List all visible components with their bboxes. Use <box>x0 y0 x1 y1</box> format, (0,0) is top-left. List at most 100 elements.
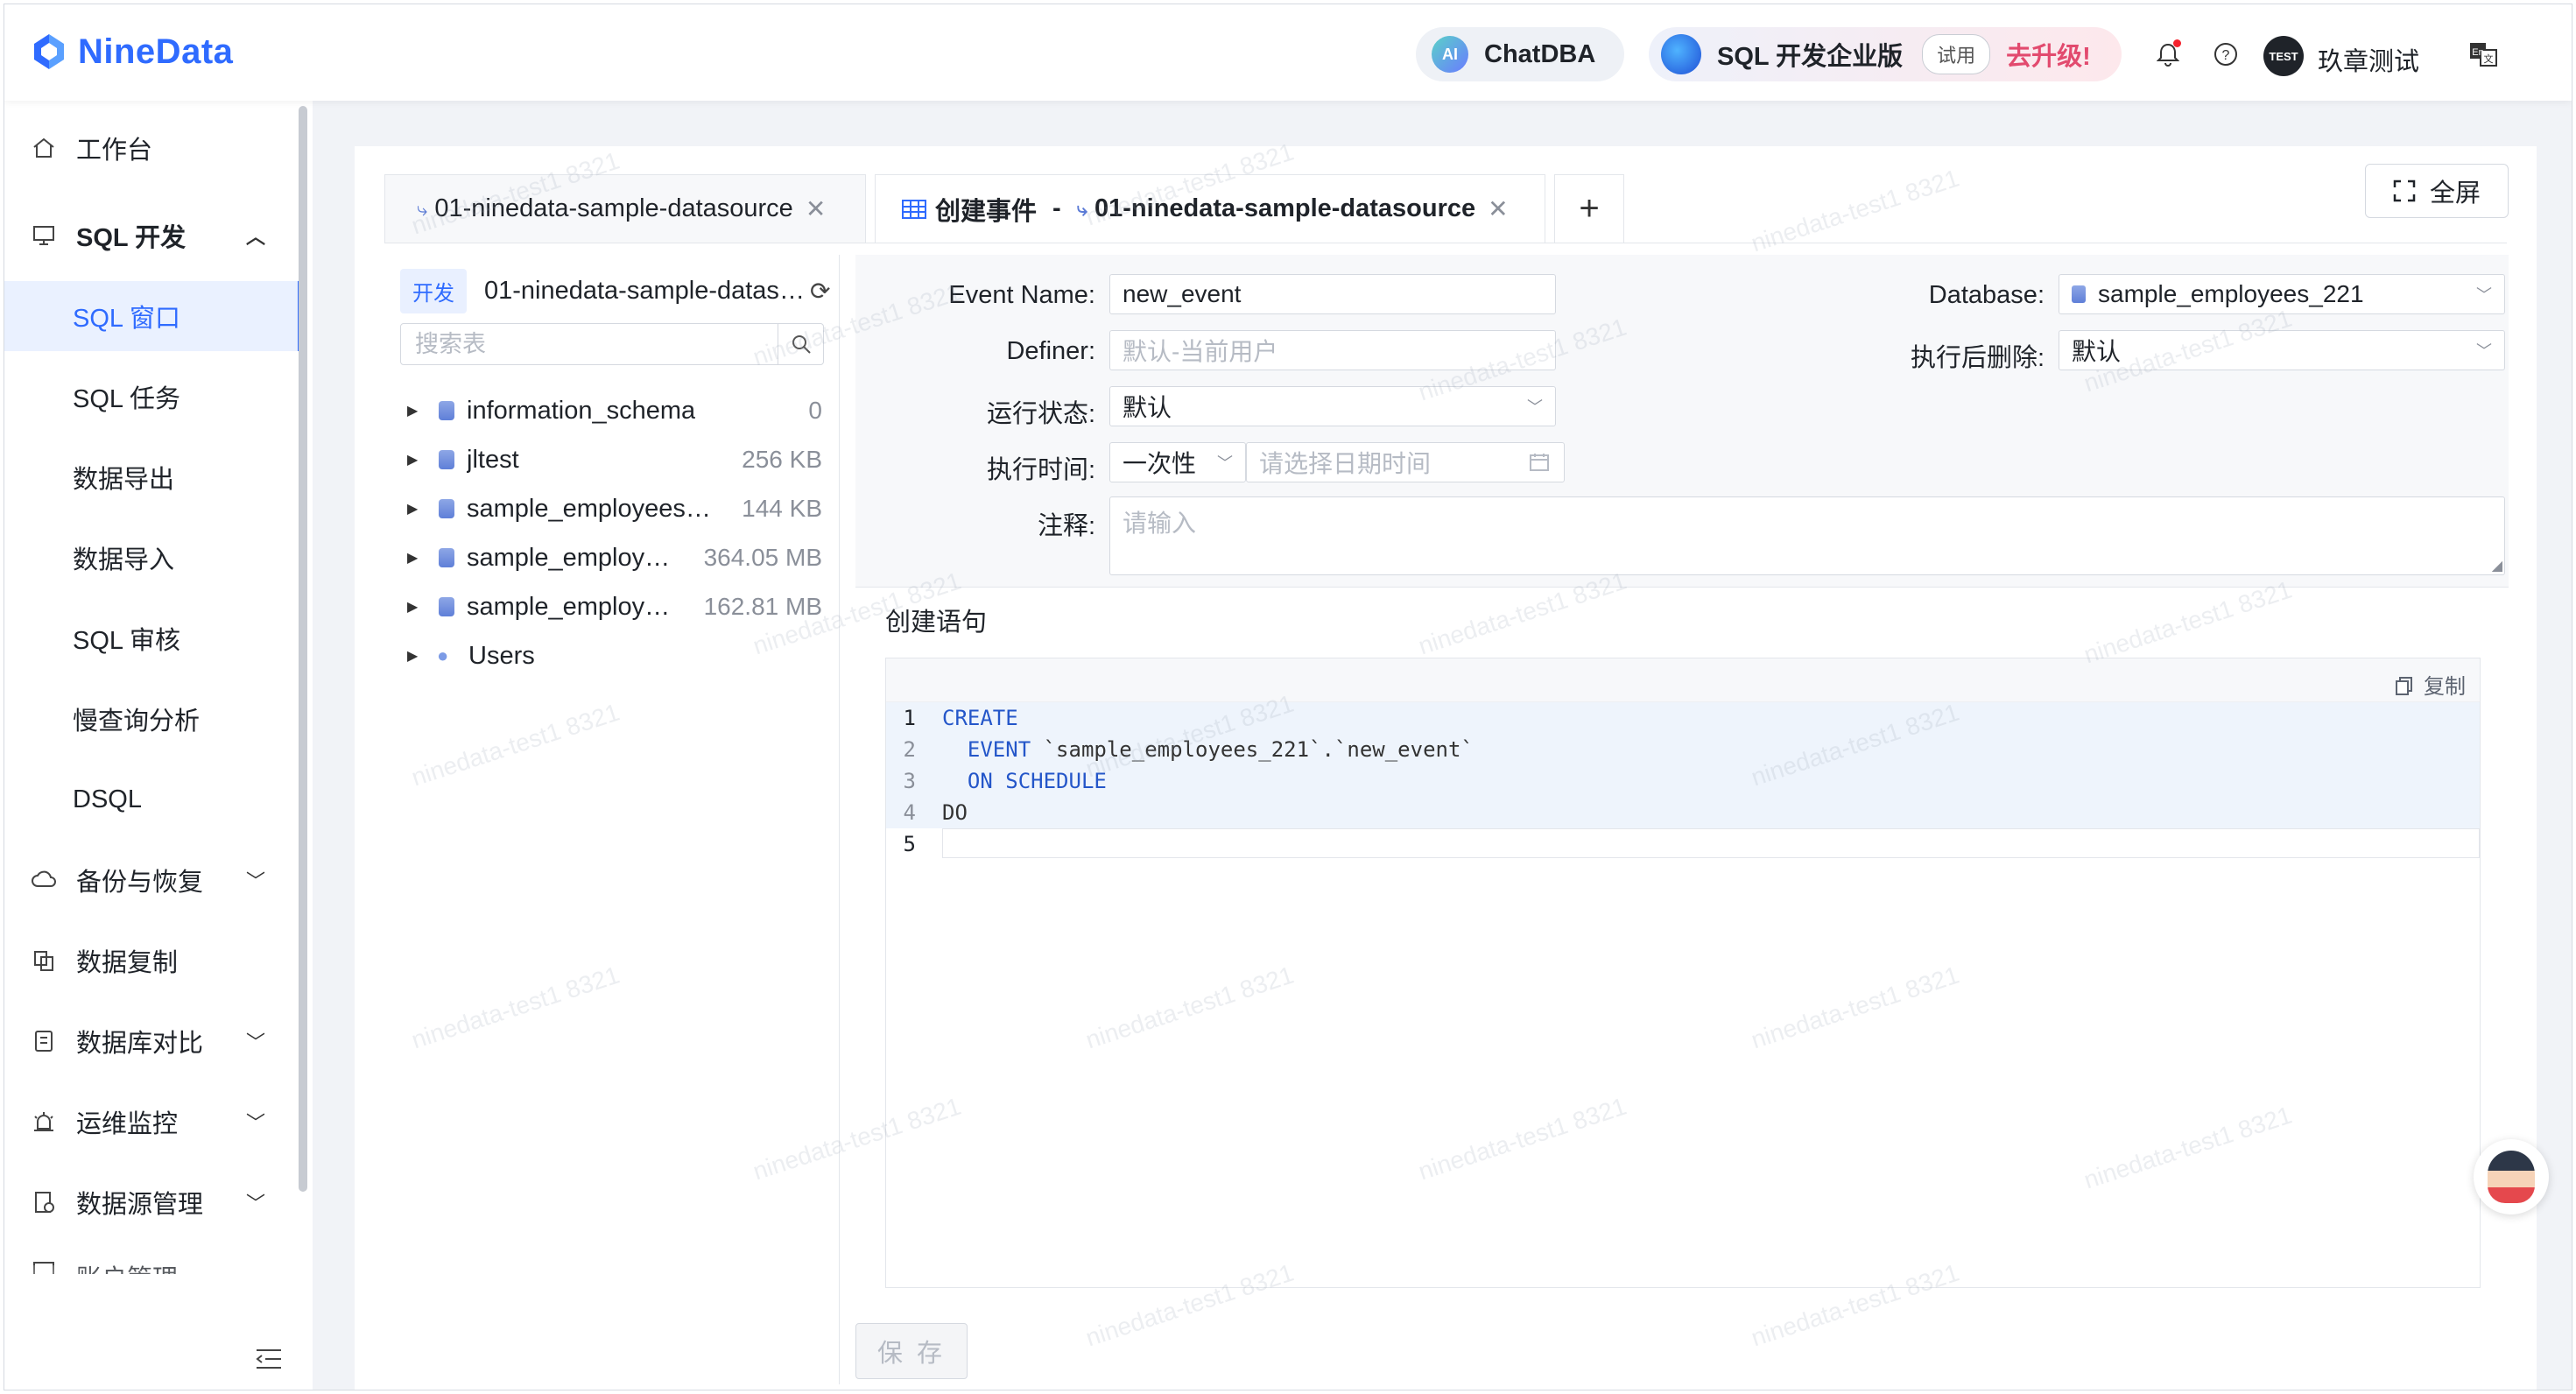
sidebar-item-sql-window[interactable]: SQL 窗口 <box>4 281 302 351</box>
table-search-input[interactable] <box>401 330 778 358</box>
delete-after-label: 执行后删除: <box>1910 344 2045 372</box>
sidebar-item-label: 数据导入 <box>73 546 175 574</box>
copy-label: 复制 <box>2424 675 2466 699</box>
chatdba-button[interactable]: AI ChatDBA <box>1416 27 1624 81</box>
status-select[interactable]: 默认 ﹀ <box>1109 386 1556 426</box>
copy-icon <box>2396 677 2412 695</box>
tree-datasource-name: 01-ninedata-sample-datasource <box>484 277 805 305</box>
sidebar-item-replication[interactable]: 数据复制 <box>4 926 299 996</box>
datasource-icon: ⤷ <box>1076 197 1088 220</box>
tree-node-information-schema[interactable]: ▶ information_schema 0 <box>384 386 840 435</box>
caret-right-icon[interactable]: ▶ <box>407 549 426 567</box>
save-button[interactable]: 保 存 <box>855 1323 968 1379</box>
sidebar-item-sql-review[interactable]: SQL 审核 <box>4 603 299 673</box>
comment-textarea[interactable]: 请输入 ◢ <box>1109 496 2505 575</box>
fullscreen-button[interactable]: 全屏 <box>2365 164 2509 218</box>
line-number: 3 <box>903 769 916 793</box>
copy-button[interactable]: 复制 <box>2396 669 2466 700</box>
globe-icon <box>1661 34 1701 74</box>
definer-input[interactable]: 默认-当前用户 <box>1109 330 1556 370</box>
code-line-current[interactable]: 5 <box>886 828 2480 860</box>
sidebar-item-slow-query[interactable]: 慢查询分析 <box>4 684 299 754</box>
line-source: DO <box>942 800 968 825</box>
sidebar-fade <box>4 1265 299 1335</box>
sidebar-item-datasource[interactable]: 数据源管理 ﹀ <box>4 1167 299 1237</box>
status-label: 运行状态: <box>986 400 1095 428</box>
tree-node-size: 144 KB <box>742 495 822 522</box>
fullscreen-label: 全屏 <box>2429 180 2481 208</box>
collapse-sidebar-button[interactable] <box>255 1344 283 1378</box>
sidebar-item-dsql[interactable]: DSQL <box>4 764 299 834</box>
tree-node-sample-employees-221[interactable]: ▶ sample_employees_221 144 KB <box>384 484 840 533</box>
sidebar-item-backup[interactable]: 备份与恢复 ﹀ <box>4 845 299 915</box>
tab-create-event[interactable]: 创建事件 - ⤷ 01-ninedata-sample-datasource ✕ <box>875 174 1545 243</box>
tree-node-jltest[interactable]: ▶ jltest 256 KB <box>384 435 840 484</box>
edition-upgrade-banner[interactable]: SQL 开发企业版 试用 去升级! <box>1649 27 2122 81</box>
database-icon <box>439 499 454 518</box>
close-icon[interactable]: ✕ <box>1488 194 1508 223</box>
compare-icon <box>31 1028 57 1054</box>
line-number: 5 <box>903 832 916 856</box>
caret-right-icon[interactable]: ▶ <box>407 451 426 468</box>
sidebar-item-monitoring[interactable]: 运维监控 ﹀ <box>4 1087 299 1157</box>
upgrade-link[interactable]: 去升级! <box>2006 36 2091 73</box>
event-name-input[interactable]: new_event <box>1109 274 1556 314</box>
alarm-icon <box>31 1109 57 1135</box>
sql-editor[interactable]: 复制 1 CREATE 2 EVENT `sample_employees_22… <box>885 658 2481 1288</box>
sidebar-item-db-compare[interactable]: 数据库对比 ﹀ <box>4 1006 299 1076</box>
sidebar-item-data-import[interactable]: 数据导入 <box>4 523 299 593</box>
expand-icon <box>2393 180 2416 202</box>
support-agent-icon <box>2488 1151 2535 1203</box>
tab-datasource[interactable]: ⤷ 01-ninedata-sample-datasource ✕ <box>384 174 866 243</box>
database-icon <box>439 548 454 567</box>
caret-right-icon[interactable]: ▶ <box>407 402 426 419</box>
notification-dot <box>2173 39 2181 47</box>
avatar[interactable]: TEST <box>2263 36 2304 76</box>
search-button[interactable] <box>778 324 823 364</box>
exec-time-datetime-picker[interactable]: 请选择日期时间 <box>1246 442 1565 482</box>
search-icon <box>792 335 811 354</box>
calendar-icon <box>1530 454 1549 471</box>
database-label: Database: <box>1928 281 2045 309</box>
tree-node-users[interactable]: ▶ ● Users <box>384 631 840 680</box>
sidebar-item-label: 慢查询分析 <box>73 708 201 736</box>
database-select[interactable]: sample_employees_221 ﹀ <box>2059 274 2505 314</box>
logo[interactable]: NineData <box>29 27 233 76</box>
env-tag: 开发 <box>400 269 467 313</box>
cursor-line-highlight <box>942 828 2480 858</box>
sidebar-item-sql-task[interactable]: SQL 任务 <box>4 362 299 432</box>
app-window: NineData AI ChatDBA SQL 开发企业版 试用 去升级! ? … <box>4 4 2572 1390</box>
resize-handle-icon[interactable]: ◢ <box>2492 557 2502 574</box>
chevron-down-icon: ﹀ <box>245 870 265 892</box>
chevron-down-icon: ﹀ <box>1217 454 1233 472</box>
caret-right-icon[interactable]: ▶ <box>407 500 426 517</box>
line-number: 2 <box>903 737 916 762</box>
customer-service-button[interactable] <box>2474 1139 2549 1214</box>
help-button[interactable]: ? <box>2211 39 2241 69</box>
sidebar-item-sql-dev[interactable]: SQL 开发 ︿ <box>4 201 299 271</box>
sidebar-item-workbench[interactable]: 工作台 <box>4 113 299 183</box>
caret-right-icon[interactable]: ▶ <box>407 647 426 665</box>
tree-node-size: 0 <box>808 397 822 424</box>
database-icon <box>439 401 454 420</box>
language-switch-button[interactable]: En 文 <box>2468 39 2498 69</box>
delete-after-select[interactable]: 默认 ﹀ <box>2059 330 2505 370</box>
tree-node-sample-employees[interactable]: ▶ sample_employees 364.05 MB <box>384 533 840 582</box>
notification-button[interactable] <box>2153 39 2183 69</box>
sidebar-item-label: SQL 任务 <box>73 385 181 413</box>
table-icon <box>902 199 926 219</box>
sidebar-item-data-export[interactable]: 数据导出 <box>4 442 299 512</box>
exec-time-label: 执行时间: <box>986 456 1095 484</box>
add-tab-button[interactable]: + <box>1554 174 1624 243</box>
sidebar-scrollbar[interactable] <box>299 106 307 1192</box>
caret-right-icon[interactable]: ▶ <box>407 598 426 616</box>
sidebar: 工作台 SQL 开发 ︿ SQL 窗口 SQL 任务 数据导出 数据导入 SQL… <box>4 101 313 1390</box>
refresh-icon[interactable]: ⟳ <box>810 277 830 306</box>
home-icon <box>31 135 57 161</box>
exec-time-mode-select[interactable]: 一次性 ﹀ <box>1109 442 1246 482</box>
close-icon[interactable]: ✕ <box>806 194 826 223</box>
tree-node-name: information_schema <box>467 396 696 425</box>
username[interactable]: 玖章测试 <box>2318 41 2419 78</box>
line-source: ON SCHEDULE <box>942 769 1107 793</box>
tree-node-sample-employees-x[interactable]: ▶ sample_employees_x 162.81 MB <box>384 582 840 631</box>
